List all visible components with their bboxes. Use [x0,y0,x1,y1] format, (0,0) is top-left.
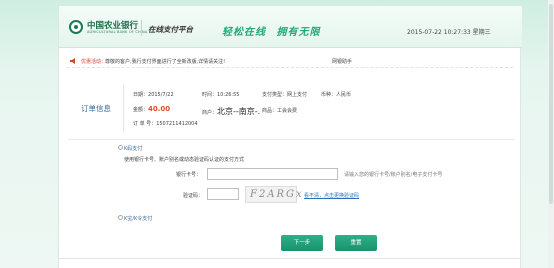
captcha-image[interactable]: F2ARGx [245,186,302,203]
bank-name-en: AGRICULTURAL BANK OF CHINA [87,30,148,34]
goods-label: 商品： [262,108,278,114]
scrollbar-thumb[interactable] [549,4,553,204]
goods-value: 工会会费 [277,108,298,114]
order-no-label: 订 单 号： [133,121,157,127]
card-number-input[interactable] [207,168,338,180]
captcha-label: 验证码： [183,193,204,199]
abc-logo-icon [69,20,83,34]
speaker-icon [70,58,75,64]
order-number: 订 单 号：1507211412004 [133,120,198,127]
slogan-right: 拥有无限 [276,27,321,38]
merchant-label: 商户： [202,110,218,116]
captcha-image-text: F2ARGx [250,189,304,200]
platform-title: 在线支付平台 [148,25,193,34]
notice-bar: 优惠活动： 尊敬的客户,我行支付界面进行了全新改版,详情请关注! 网银助手 [67,55,513,68]
next-step-button[interactable]: 下一步 [281,235,323,251]
header-divider [141,20,142,36]
pay-type-label: 支付类型： [262,92,288,98]
order-pay-type: 支付类型：网上支付 [262,91,307,98]
amount-value: 40.00 [148,105,171,113]
order-goods: 商品：工会会费 [262,107,297,114]
page-header: 中国农业银行 AGRICULTURAL BANK OF CHINA 在线支付平台… [59,6,522,48]
order-info-panel: 订单信息 日期：2015/7/22 时间：10:26:55 支付类型：网上支付 … [69,85,514,133]
order-amount: 金额：40.00 [133,105,170,113]
date-label: 日期： [133,92,149,98]
order-date: 日期：2015/7/22 [133,91,174,98]
order-divider [123,85,124,133]
order-info-title: 订单信息 [81,104,111,113]
kbao-title[interactable]: K宝/K令支付 [124,215,152,222]
order-currency: 币种：人民币 [321,91,351,98]
pay-type-value: 网上支付 [287,92,308,98]
order-merchant: 商户：北京--南京-. [202,106,260,117]
kpay-radio[interactable] [118,145,123,150]
slogan-left: 轻松在线 [222,27,266,38]
slogan: 轻松在线 拥有无限 [222,23,320,38]
scrollbar[interactable] [548,0,554,268]
card-number-hint: 请输入您的银行卡号/账户别名/电子支付卡号 [344,172,443,178]
netbank-helper-link[interactable]: 网银助手 [332,58,352,65]
currency-label: 币种： [321,92,337,98]
card-number-label: 银行卡号： [176,172,202,178]
header-datetime: 2015-07-22 10:27:33 星期三 [407,29,491,36]
captcha-refresh-link[interactable]: 看不清，点击更换验证码 [304,192,359,199]
section-divider [68,139,515,140]
reset-button[interactable]: 重置 [335,235,377,251]
notice-label: 优惠活动： [81,59,107,65]
footer-divider [58,258,521,259]
kpay-description: 使用银行卡号、账户别名或动态验证码认证的支付方式 [124,157,245,163]
date-value: 2015/7/22 [148,92,174,98]
currency-value: 人民币 [336,92,352,98]
captcha-input[interactable] [207,188,239,200]
notice-text: 尊敬的客户,我行支付界面进行了全新改版,详情请关注! [105,59,226,65]
time-value: 10:26:55 [217,92,240,98]
order-time: 时间：10:26:55 [202,91,239,98]
kbao-radio[interactable] [118,215,123,220]
order-no-value: 1507211412004 [156,121,198,127]
merchant-value: 北京--南京-. [217,107,261,116]
amount-label: 金额： [133,107,149,113]
kpay-title[interactable]: K码支付 [124,145,142,152]
time-label: 时间： [202,92,218,98]
payment-page: 中国农业银行 AGRICULTURAL BANK OF CHINA 在线支付平台… [58,6,522,268]
